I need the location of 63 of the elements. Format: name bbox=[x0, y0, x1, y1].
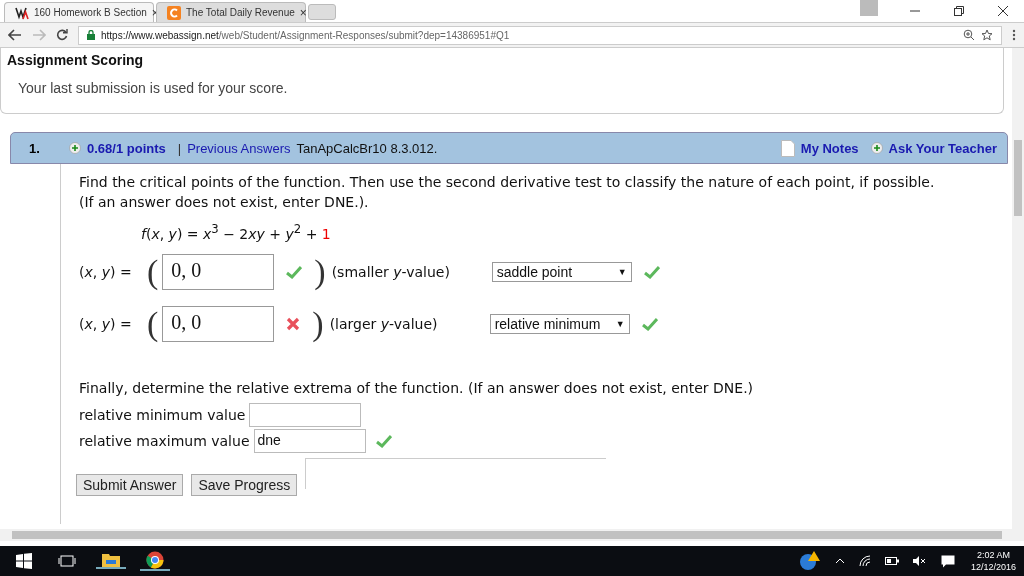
question-number: 1. bbox=[29, 140, 41, 156]
zoom-icon[interactable] bbox=[963, 29, 975, 41]
battery-icon[interactable] bbox=[884, 557, 899, 565]
open-paren: ( bbox=[147, 255, 159, 289]
answer-field[interactable]: 0, 0 bbox=[162, 254, 275, 290]
question-text: (If an answer does not exist, enter DNE.). bbox=[79, 193, 370, 212]
horizontal-scrollbar[interactable] bbox=[0, 529, 1024, 541]
row-hint: (larger y-value) bbox=[329, 316, 439, 332]
open-paren: ( bbox=[147, 307, 159, 341]
restore-icon[interactable] bbox=[954, 6, 964, 16]
clock-time[interactable]: 2:02 AM bbox=[976, 549, 1010, 561]
lock-icon bbox=[87, 30, 95, 40]
separator: | bbox=[177, 140, 182, 156]
answer-field[interactable]: 0, 0 bbox=[162, 306, 275, 342]
site-logo-icon bbox=[15, 5, 29, 20]
close-paren: ) bbox=[312, 307, 324, 341]
answer-field[interactable] bbox=[249, 403, 362, 427]
point-label: (x, y) = bbox=[79, 316, 133, 332]
tab-title: The Total Daily Revenue bbox=[186, 7, 295, 18]
question-code: TanApCalcBr10 8.3.012. bbox=[296, 140, 438, 156]
muted-speaker-icon[interactable] bbox=[912, 556, 927, 566]
note-icon bbox=[780, 139, 795, 157]
reload-icon[interactable] bbox=[56, 29, 68, 41]
function-constant: 1 bbox=[321, 225, 331, 242]
form-button[interactable]: Submit Answer bbox=[76, 474, 184, 496]
plus-icon bbox=[870, 142, 883, 154]
wifi-icon[interactable] bbox=[858, 555, 871, 567]
point-label: (x, y) = bbox=[79, 264, 133, 280]
close-paren: ) bbox=[314, 255, 326, 289]
site-logo-icon bbox=[167, 5, 181, 20]
function-formula: f(x, y) = x$^{3}$ − 2xy + y$^{2}$ + bbox=[141, 225, 319, 242]
ask-teacher-link[interactable]: Ask Your Teacher bbox=[888, 140, 997, 156]
tab-close-button[interactable]: × bbox=[299, 5, 307, 20]
section-title: Assignment Scoring bbox=[6, 51, 145, 68]
answer-field[interactable]: dne bbox=[253, 429, 366, 453]
vertical-scrollbar[interactable] bbox=[1012, 48, 1024, 529]
previous-answers-link[interactable]: Previous Answers bbox=[187, 140, 291, 156]
back-icon[interactable] bbox=[8, 29, 22, 41]
folder-icon[interactable] bbox=[96, 553, 126, 569]
my-notes-link[interactable]: My Notes bbox=[800, 140, 859, 156]
points-link[interactable]: 0.68/1 points bbox=[87, 140, 166, 156]
menu-icon[interactable] bbox=[1012, 29, 1016, 41]
form-button[interactable]: Save Progress bbox=[191, 474, 298, 496]
classification-dropdown[interactable]: saddle point ▼ bbox=[491, 262, 632, 282]
address-field[interactable]: https://www.webassign.net/web/Student/Assignment-Responses/submit?dep=14386951#Q1 bbox=[78, 25, 1002, 45]
browser-icon[interactable] bbox=[140, 551, 170, 571]
field-label: relative minimum value bbox=[79, 407, 246, 423]
classification-dropdown[interactable]: relative minimum ▼ bbox=[489, 314, 630, 334]
question-text: Find the critical points of the function. Then use the second derivative test to classify the nature of each point, if possible. bbox=[79, 173, 936, 192]
browser-tab[interactable]: The Total Daily Revenue × bbox=[156, 2, 306, 22]
caret-icon[interactable] bbox=[834, 558, 845, 564]
tab-title: 160 Homework B Section bbox=[34, 7, 147, 18]
close-icon[interactable] bbox=[998, 6, 1008, 16]
url-text: https://www.webassign.net/web/Student/Assignment-Responses/submit?dep=14386951#Q1 bbox=[101, 29, 510, 41]
star-icon[interactable] bbox=[981, 29, 993, 41]
clock-date[interactable]: 12/12/2016 bbox=[970, 561, 1016, 573]
warning-icon[interactable] bbox=[798, 551, 821, 571]
question-text: Finally, determine the relative extrema of the function. (If an answer does not exist, enter DNE.) bbox=[79, 380, 755, 398]
scoring-note: Your last submission is used for your score. bbox=[17, 79, 289, 96]
notification-icon[interactable] bbox=[940, 554, 955, 568]
row-hint: (smaller y-value) bbox=[331, 264, 451, 280]
plus-icon bbox=[69, 142, 81, 154]
field-label: relative maximum value bbox=[79, 433, 250, 449]
